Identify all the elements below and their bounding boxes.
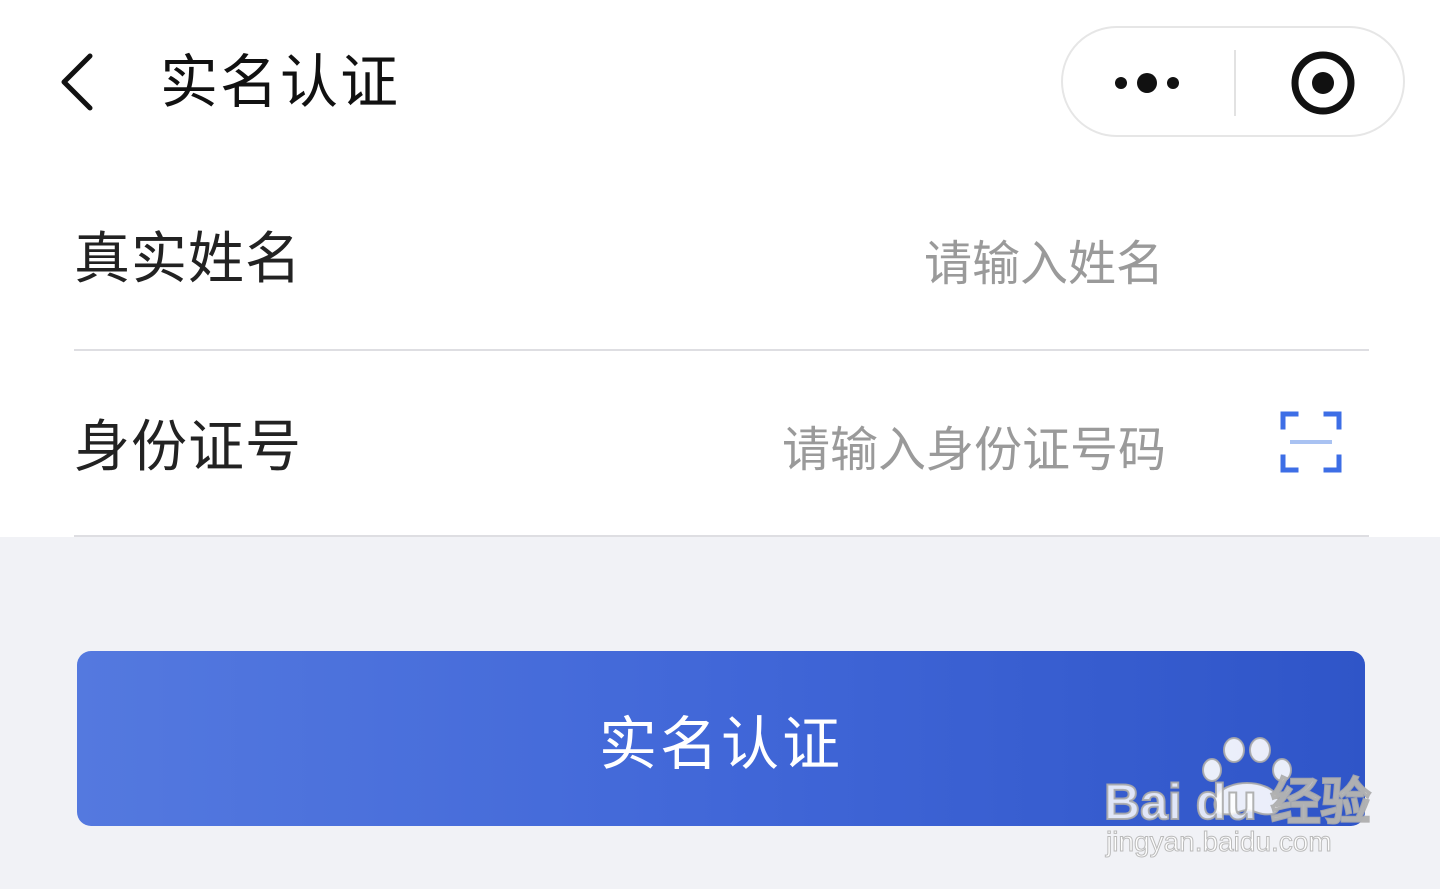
name-input[interactable] (634, 229, 1164, 299)
name-label: 真实姓名 (74, 227, 302, 292)
verification-form: 真实姓名 身份证号 (0, 165, 1440, 537)
id-number-input[interactable] (504, 415, 1166, 485)
page-title: 实名认证 (160, 48, 401, 116)
id-number-label: 身份证号 (74, 415, 302, 480)
name-row: 真实姓名 (74, 165, 1369, 351)
target-close-icon (1291, 51, 1355, 115)
scan-icon[interactable] (1280, 411, 1342, 473)
id-number-row: 身份证号 (74, 351, 1369, 537)
more-button[interactable] (1063, 28, 1233, 135)
back-chevron-icon[interactable] (52, 48, 108, 116)
watermark-url: jingyan.baidu.com (1106, 826, 1333, 858)
submit-button[interactable]: 实名认证 (77, 651, 1365, 826)
close-button[interactable] (1235, 28, 1405, 135)
more-dots-icon (1115, 73, 1179, 93)
nav-bar: 实名认证 (0, 0, 1440, 165)
mini-program-capsule (1061, 26, 1405, 137)
